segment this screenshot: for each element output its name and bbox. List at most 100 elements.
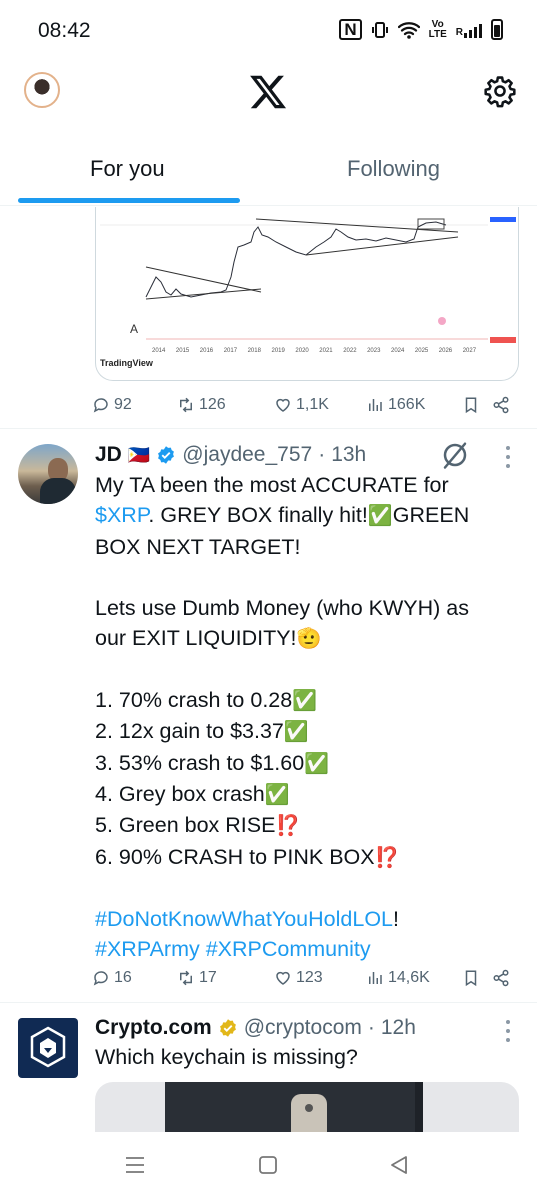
like-count: 1,1K [296, 396, 329, 413]
cryptocom-logo-icon [30, 1026, 66, 1068]
meta-separator: · [367, 1016, 375, 1039]
home-icon[interactable] [257, 1154, 279, 1176]
view-count: 166K [388, 396, 426, 413]
gear-icon[interactable] [483, 74, 517, 108]
more-options-icon[interactable] [505, 1020, 511, 1042]
divider [0, 1002, 537, 1003]
tab-following[interactable]: Following [347, 156, 440, 182]
list-item: 3. 53% crash to $1.60✅ [95, 748, 515, 779]
hashtag-link[interactable]: #DoNotKnowWhatYouHoldLOL [95, 907, 393, 931]
profile-avatar[interactable] [24, 72, 60, 108]
chart-year-label: 2021 [319, 348, 333, 354]
chart-year-label: 2025 [415, 348, 429, 354]
list-item-text: 5. Green box RISE [95, 813, 276, 838]
vibrate-icon [371, 21, 388, 38]
check-emoji: ✅ [304, 752, 330, 775]
author-handle[interactable]: @jaydee_757 [182, 443, 312, 467]
check-emoji: ✅ [367, 505, 393, 528]
reply-button[interactable]: 16 [92, 969, 177, 987]
share-icon[interactable] [492, 969, 510, 987]
repost-icon [180, 397, 192, 413]
like-button[interactable]: 1,1K [274, 396, 366, 414]
repost-button[interactable]: 126 [177, 396, 274, 414]
price-tag-top [490, 217, 516, 222]
meta-separator: · [318, 443, 326, 466]
tweet-line: $XRP. GREY BOX finally hit!✅GREEN [95, 500, 515, 531]
year-axis: 2014 2015 2016 2017 2018 2019 2020 2021 2022 2023… [152, 348, 477, 354]
reply-icon [93, 971, 108, 986]
share-icon[interactable] [492, 396, 510, 414]
tweet-time[interactable]: 13h [331, 443, 366, 467]
views-button[interactable]: 166K [366, 396, 462, 414]
view-count: 14,6K [388, 969, 430, 986]
price-line [145, 221, 447, 298]
divider [0, 428, 537, 429]
views-button[interactable]: 14,6K [366, 969, 462, 987]
signal-icon: R [456, 22, 482, 38]
check-emoji: ✅ [292, 689, 318, 712]
nfc-icon: N [339, 19, 362, 40]
chart-marker-a: A [130, 322, 138, 336]
tweet-chart-image[interactable]: A 2014 2015 2016 2017 2018 2019 2020 2021 2022 20… [95, 207, 519, 381]
heart-icon [276, 971, 290, 985]
tweet-header: Crypto.com @cryptocom · 12h [95, 1016, 416, 1040]
list-item: 2. 12x gain to $3.37✅ [95, 716, 515, 747]
like-count: 123 [296, 969, 323, 986]
volte-icon: Vo LTE [428, 19, 447, 40]
author-handle[interactable]: @cryptocom [244, 1016, 362, 1040]
status-bar: 08:42 N Vo LTE R [0, 0, 537, 62]
tweet-text-segment: GREEN [392, 503, 470, 528]
price-tag-bottom [490, 337, 516, 343]
chart-year-label: 2016 [200, 348, 214, 354]
battery-icon [491, 19, 503, 40]
status-time: 08:42 [38, 19, 91, 42]
flag-emoji: 🇵🇭 [127, 444, 151, 465]
tradingview-chart: A 2014 2015 2016 2017 2018 2019 2020 2021 2022 20… [100, 217, 516, 354]
tweet-line: Which keychain is missing? [95, 1045, 358, 1069]
list-item-text: 4. Grey box crash [95, 782, 265, 807]
check-emoji: ✅ [264, 784, 290, 807]
tweet-line: #DoNotKnowWhatYouHoldLOL! [95, 904, 515, 934]
interrobang-emoji: ⁉️ [275, 815, 301, 838]
android-navigation-bar [0, 1132, 537, 1200]
reply-icon [93, 398, 108, 413]
author-avatar[interactable] [18, 444, 78, 504]
hashtag-link[interactable]: #XRPArmy [95, 937, 200, 961]
reply-count: 92 [114, 396, 132, 413]
list-item-text: 1. 70% crash to 0.28 [95, 687, 293, 712]
tweet-line: BOX NEXT TARGET! [95, 534, 301, 559]
chart-year-label: 2017 [224, 348, 238, 354]
list-item: 5. Green box RISE⁉️ [95, 810, 515, 841]
grok-icon[interactable] [440, 440, 470, 470]
bookmark-icon[interactable] [462, 396, 480, 414]
tab-for-you[interactable]: For you [90, 156, 165, 182]
avatar-body [40, 478, 76, 504]
cryptocom-avatar[interactable] [18, 1018, 78, 1078]
tweet-time[interactable]: 12h [381, 1016, 416, 1040]
chart-year-label: 2023 [367, 348, 381, 354]
more-options-icon[interactable] [505, 446, 511, 468]
author-name[interactable]: Crypto.com [95, 1016, 212, 1040]
recent-apps-icon[interactable] [124, 1154, 146, 1176]
like-button[interactable]: 123 [274, 969, 366, 987]
interrobang-emoji: ⁉️ [374, 846, 400, 869]
back-icon[interactable] [388, 1154, 410, 1176]
gold-verified-badge-icon [219, 1019, 236, 1037]
repost-button[interactable]: 17 [177, 969, 274, 987]
repost-count: 126 [199, 396, 226, 413]
reply-button[interactable]: 92 [92, 396, 177, 414]
tradingview-logo: TradingView [100, 358, 153, 368]
hashtag-link[interactable]: #XRPCommunity [206, 937, 371, 961]
x-logo-icon[interactable] [248, 72, 288, 112]
author-name[interactable]: JD [95, 443, 122, 467]
cashtag-link[interactable]: $XRP [95, 503, 148, 527]
media-keyhole [305, 1104, 313, 1112]
tweet-line: #XRPArmy #XRPCommunity [95, 934, 515, 964]
check-emoji: ✅ [283, 721, 309, 744]
timeline-tabs: For you Following [0, 134, 537, 206]
chart-year-label: 2015 [176, 348, 190, 354]
bookmark-icon[interactable] [462, 969, 480, 987]
volte-label-2: LTE [428, 28, 447, 40]
tweet-text: Which keychain is missing? [95, 1042, 515, 1072]
